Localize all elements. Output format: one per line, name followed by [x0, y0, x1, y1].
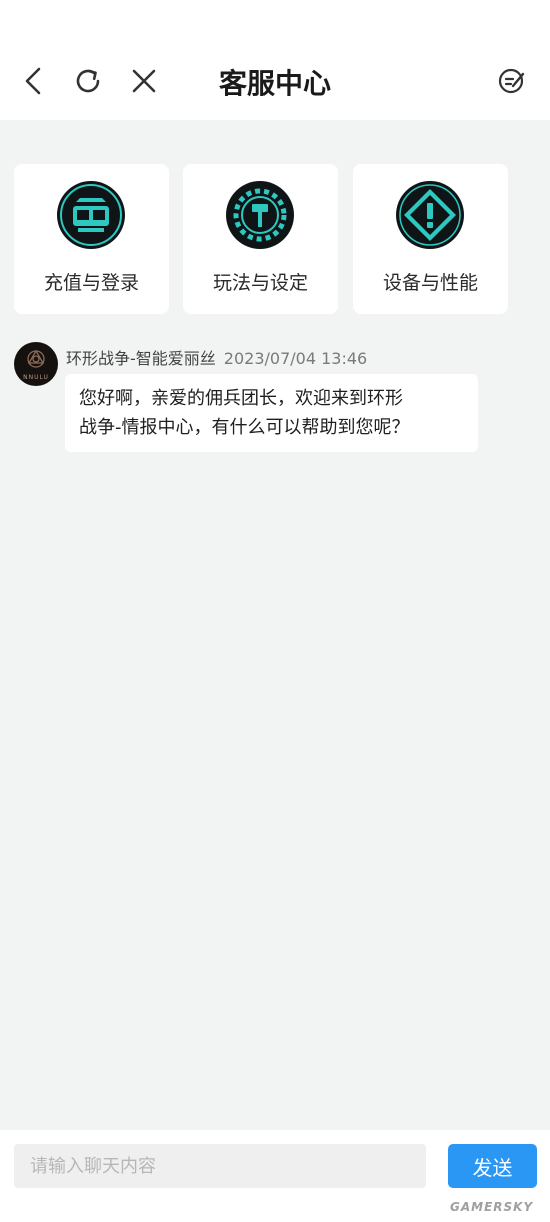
category-card-device-performance[interactable]: 设备与性能 — [353, 164, 508, 314]
device-performance-icon — [395, 180, 465, 250]
category-card-gameplay-settings[interactable]: 玩法与设定 — [183, 164, 338, 314]
category-card-payment-login[interactable]: 充值与登录 — [14, 164, 169, 314]
bot-avatar: NNULU — [14, 342, 58, 386]
category-label: 设备与性能 — [382, 272, 478, 294]
edit-feedback-icon[interactable] — [494, 64, 528, 98]
header-bar: 客服中心 — [0, 0, 550, 120]
input-bar: 发送 GAMERSKY — [0, 1130, 550, 1222]
gameplay-settings-icon — [225, 180, 295, 250]
payment-login-icon — [56, 180, 126, 250]
category-label: 玩法与设定 — [212, 272, 308, 294]
message-meta: 环形战争-智能爱丽丝 2023/07/04 13:46 — [66, 345, 367, 369]
send-button[interactable]: 发送 — [448, 1144, 537, 1188]
message-line: 战争-情报中心，有什么可以帮助到您呢？ — [79, 417, 410, 438]
category-label: 充值与登录 — [43, 272, 139, 294]
message-bubble: 您好啊，亲爱的佣兵团长，欢迎来到环形 战争-情报中心，有什么可以帮助到您呢？ — [65, 374, 478, 452]
category-cards: 充值与登录 玩法与设定 设备与性能 — [14, 164, 508, 314]
sender-name: 环形战争-智能爱丽丝 — [66, 349, 216, 368]
message-timestamp: 2023/07/04 13:46 — [223, 349, 368, 368]
watermark-text: GAMERSKY — [450, 1200, 534, 1214]
chat-area[interactable]: 充值与登录 玩法与设定 设备与性能 NNULU 环形战争-智能爱丽丝 2023/… — [0, 120, 550, 1130]
chat-input[interactable] — [14, 1144, 426, 1188]
svg-text:NNULU: NNULU — [23, 374, 49, 381]
message-line: 您好啊，亲爱的佣兵团长，欢迎来到环形 — [79, 388, 403, 409]
page-title: 客服中心 — [218, 67, 331, 100]
